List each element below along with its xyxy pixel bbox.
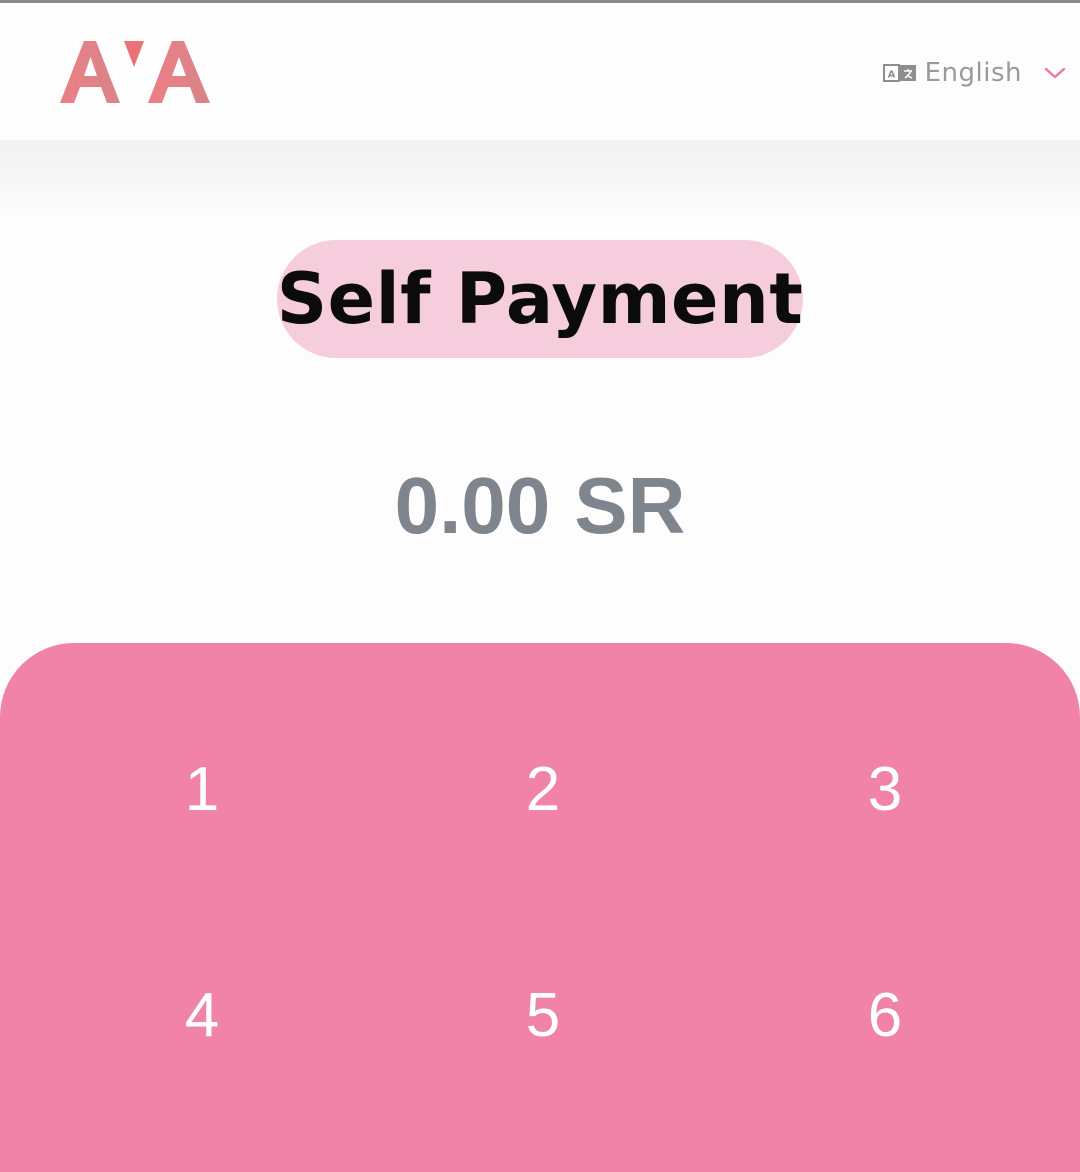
translate-icon: A <box>882 63 917 83</box>
language-label: English <box>924 58 1022 88</box>
chevron-down-icon <box>1044 66 1066 80</box>
page-title: Self Payment <box>276 258 804 340</box>
language-selector[interactable]: A English <box>882 55 1066 91</box>
header-shadow <box>0 140 1080 220</box>
ava-logo[interactable] <box>58 33 218 109</box>
numeric-keypad: 1 2 3 4 5 6 <box>0 643 1080 1172</box>
amount-currency: SR <box>574 461 686 550</box>
app-header: A English <box>0 3 1080 140</box>
keypad-key-6[interactable]: 6 <box>785 955 985 1075</box>
keypad-key-4[interactable]: 4 <box>102 955 302 1075</box>
amount-display: 0.00 SR <box>0 456 1080 556</box>
keypad-key-3[interactable]: 3 <box>785 729 985 849</box>
amount-value: 0.00 <box>394 461 551 550</box>
svg-text:A: A <box>887 70 895 81</box>
keypad-key-2[interactable]: 2 <box>443 729 643 849</box>
keypad-key-5[interactable]: 5 <box>443 955 643 1075</box>
page-title-highlight: Self Payment <box>277 240 803 358</box>
keypad-key-1[interactable]: 1 <box>102 729 302 849</box>
